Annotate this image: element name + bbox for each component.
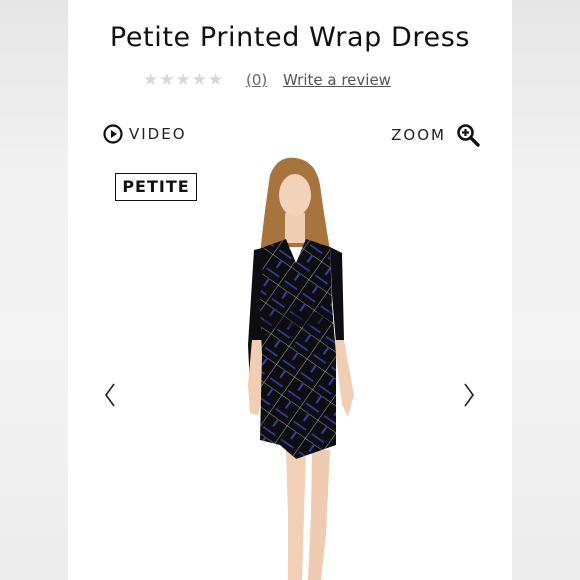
left-blurred-margin	[0, 0, 68, 580]
review-count-link[interactable]: (0)	[246, 71, 267, 89]
star-empty-icon: ★	[143, 70, 159, 90]
product-model-image	[248, 157, 354, 580]
product-title: Petite Printed Wrap Dress	[109, 22, 471, 53]
star-empty-icon: ★	[208, 70, 224, 90]
zoom-label: ZOOM	[391, 126, 446, 144]
zoom-in-icon	[457, 124, 480, 147]
chevron-right-icon[interactable]	[461, 380, 477, 410]
video-label: VIDEO	[129, 125, 187, 143]
star-empty-icon: ★	[191, 70, 207, 90]
write-review-link[interactable]: Write a review	[283, 71, 391, 89]
product-panel: Petite Printed Wrap Dress ★ ★ ★ ★ ★ (0) …	[68, 0, 512, 580]
right-blurred-margin	[512, 0, 580, 580]
star-empty-icon: ★	[159, 70, 175, 90]
play-circle-icon	[103, 124, 123, 144]
rating-stars[interactable]: ★ ★ ★ ★ ★	[143, 70, 223, 90]
video-button[interactable]: VIDEO	[103, 124, 187, 144]
star-empty-icon: ★	[175, 70, 191, 90]
petite-badge: PETITE	[115, 173, 197, 201]
zoom-button[interactable]: ZOOM	[391, 123, 480, 147]
chevron-left-icon[interactable]	[102, 380, 118, 410]
